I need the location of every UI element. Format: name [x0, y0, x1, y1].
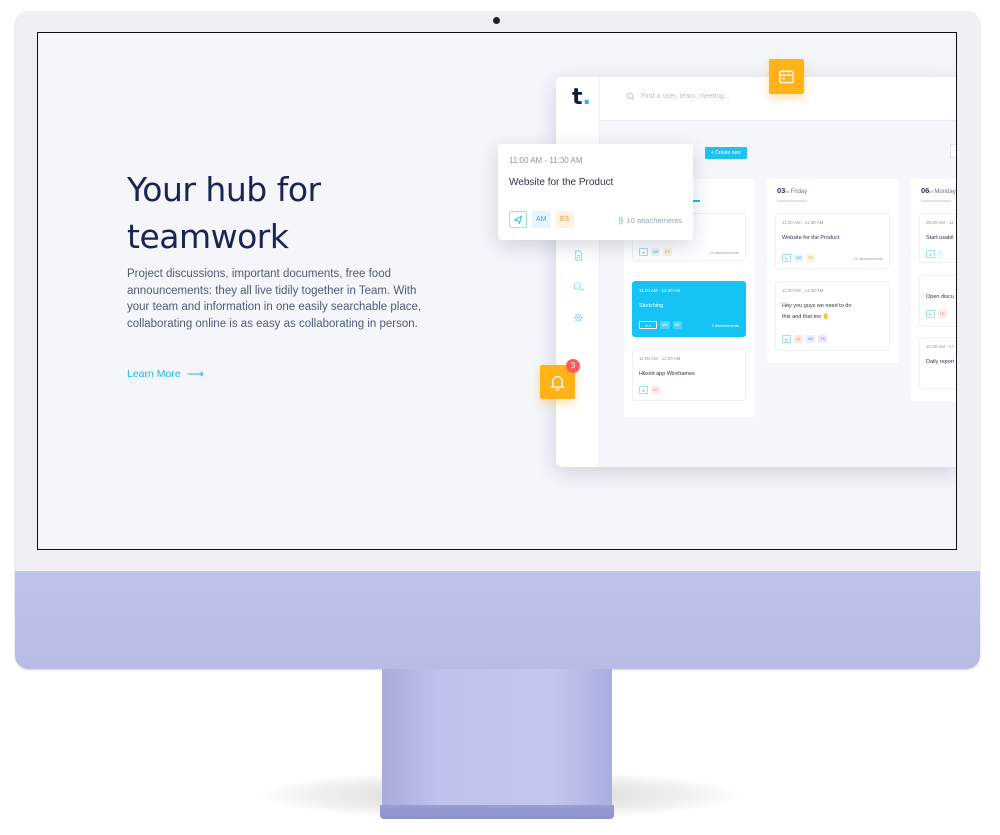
- send-icon[interactable]: ➤ ▾: [639, 321, 657, 329]
- learn-more-link[interactable]: Learn More ⟶: [127, 367, 204, 381]
- send-icon[interactable]: ➤: [639, 386, 648, 394]
- card-chips: ➤ LE MS FS: [782, 335, 828, 343]
- column-underline: [921, 200, 951, 202]
- calendar-icon: [779, 69, 794, 84]
- card-chips: ➤ ▾ MM RK: [639, 321, 682, 329]
- search-input[interactable]: Find a user, team, meeting...: [641, 93, 730, 100]
- avatar-chip[interactable]: ES: [555, 211, 574, 228]
- popup-time: 11:00 AM - 11:30 AM: [509, 156, 583, 165]
- monitor-stand-foot: [380, 805, 614, 819]
- app-logo[interactable]: t.: [572, 85, 591, 110]
- card-title: Website for the Product: [782, 235, 840, 241]
- card-time: 11:00 AM - 11:30 AM: [782, 220, 824, 225]
- task-card-active[interactable]: 11:00 AM - 11:30 AM Sketching ➤ ▾ MM RK …: [632, 281, 746, 337]
- card-time: 11:00 AM - 11:30 AM: [639, 356, 681, 361]
- avatar-chip[interactable]: [938, 250, 943, 258]
- day-suffix: th: [929, 189, 933, 194]
- task-card[interactable]: 10:35 AM - 17 Daily report: [919, 337, 956, 389]
- card-title: Start usabil: [926, 235, 954, 241]
- bell-icon: [550, 376, 565, 391]
- app-sidebar: t.: [556, 77, 600, 467]
- hero-title: Your hub for teamwork: [127, 170, 321, 256]
- task-card[interactable]: 11:00 AM - 11:30 AM Hey you guys we need…: [775, 281, 890, 351]
- card-time: 11:00 AM - 11:30 AM: [782, 288, 824, 293]
- task-popup-card[interactable]: 11:00 AM - 11:30 AM Website for the Prod…: [498, 144, 693, 240]
- learn-more-label: Learn More: [127, 368, 181, 380]
- send-icon[interactable]: [509, 211, 527, 228]
- filter-button[interactable]: [950, 144, 956, 158]
- avatar-chip[interactable]: RK: [672, 321, 682, 329]
- avatar-chip[interactable]: AM: [532, 211, 551, 228]
- task-card[interactable]: 09:30 AM - 11 Start usabil ➤: [919, 213, 956, 263]
- avatar-chip[interactable]: AM: [794, 254, 804, 262]
- avatar-chip[interactable]: ES: [806, 254, 816, 262]
- avatar-chip[interactable]: MS: [806, 335, 816, 343]
- avatar-chip[interactable]: LE: [794, 335, 803, 343]
- card-title-line-1: Hey you guys we need to do: [782, 303, 852, 309]
- create-new-button[interactable]: + Create new: [705, 147, 747, 159]
- avatar-chip[interactable]: AM: [651, 248, 661, 256]
- avatar-chip[interactable]: LE: [651, 386, 660, 394]
- webcam: [493, 17, 500, 24]
- send-icon[interactable]: ➤: [926, 250, 935, 258]
- task-card[interactable]: 11:00 AM - 11:30 AM Hikoot app Wireframe…: [632, 349, 746, 401]
- task-card[interactable]: 11:00 AM - 11:30 AM Website for the Prod…: [775, 213, 890, 269]
- search-icon: [626, 92, 635, 101]
- card-chips: ➤ AM ES: [639, 248, 673, 256]
- column-underline: [777, 200, 807, 202]
- send-icon-glyph: [514, 215, 522, 224]
- search-bar[interactable]: Find a user, team, meeting...: [626, 92, 730, 101]
- send-icon[interactable]: ➤: [782, 254, 791, 262]
- task-card[interactable]: Open discu ➤ LE: [919, 275, 956, 327]
- card-title: Open discu: [926, 294, 954, 300]
- column-header: 06th Monday: [921, 186, 956, 195]
- attachments-count: 3 attachements: [711, 323, 739, 328]
- card-chips: ➤: [926, 250, 943, 258]
- attachments-count: 10 attachements: [853, 256, 883, 261]
- card-time: 10:35 AM - 17: [926, 344, 955, 349]
- day-name: Friday: [790, 189, 808, 195]
- paperclip-icon: [618, 216, 623, 225]
- hero-description: Project discussions, important documents…: [127, 268, 422, 330]
- popup-title: Website for the Product: [509, 177, 614, 188]
- card-time: 09:30 AM - 11: [926, 220, 954, 225]
- card-chips: ➤ LE: [639, 386, 660, 394]
- attachments-count: 10 attachements: [626, 216, 682, 225]
- day-suffix: rd: [785, 189, 789, 194]
- popup-attachments[interactable]: 10 attachements: [618, 216, 682, 225]
- board-column-monday: 06th Monday 09:30 AM - 11 Start usabil ➤…: [911, 179, 956, 401]
- arrow-right-icon: ⟶: [186, 367, 204, 381]
- card-chips: ➤ AM ES: [782, 254, 816, 262]
- card-chips: ➤ LE: [926, 310, 947, 318]
- gear-icon[interactable]: [573, 312, 584, 323]
- avatar-chip[interactable]: ES: [663, 248, 673, 256]
- calendar-button[interactable]: [769, 59, 804, 94]
- document-icon[interactable]: [573, 250, 584, 261]
- card-time: 11:00 AM - 11:30 AM: [639, 288, 681, 293]
- popup-chips: AM ES: [509, 211, 574, 228]
- card-title-line-2: this and that too ✋: [782, 314, 830, 320]
- send-icon[interactable]: ➤: [782, 335, 791, 343]
- column-header: 03rd Friday: [777, 186, 807, 195]
- notification-badge: 3: [566, 359, 580, 373]
- avatar-chip[interactable]: MM: [660, 321, 670, 329]
- day-name: Monday: [934, 189, 956, 195]
- send-icon[interactable]: ➤: [639, 248, 648, 256]
- avatar-chip[interactable]: FS: [818, 335, 828, 343]
- avatar-chip[interactable]: LE: [938, 310, 947, 318]
- monitor-screen: Your hub for teamwork Project discussion…: [37, 32, 957, 550]
- chat-icon[interactable]: [573, 281, 584, 292]
- card-title: Daily report: [926, 359, 955, 365]
- card-title: Sketching: [639, 303, 664, 309]
- app-logo-letter: t: [572, 85, 583, 110]
- monitor-chin: [15, 571, 980, 669]
- monitor-stand: [382, 669, 612, 809]
- app-logo-dot: .: [582, 85, 591, 110]
- send-icon[interactable]: ➤: [926, 310, 935, 318]
- card-title: Hikoot app Wireframes: [639, 371, 695, 377]
- app-mockup: t. Find a user, team, meeting... + Creat…: [556, 77, 956, 467]
- attachments-count: 10 attachements: [709, 250, 739, 255]
- board-column-friday: 03rd Friday 11:00 AM - 11:30 AM Website …: [767, 179, 899, 363]
